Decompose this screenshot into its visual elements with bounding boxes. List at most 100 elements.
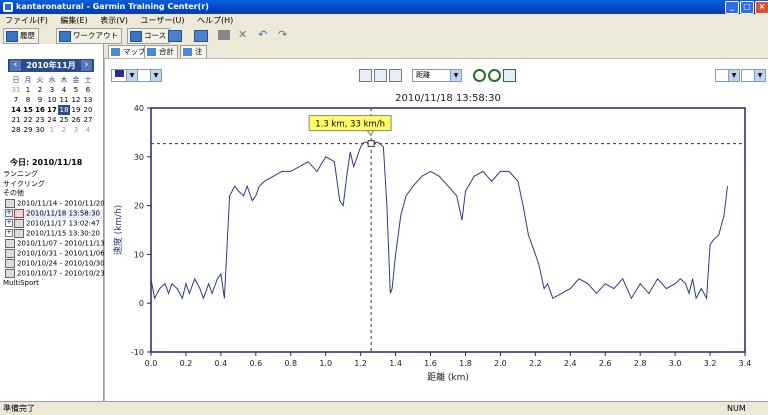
tree-week[interactable]: 2010/10/31 - 2010/11/06 [3,248,105,259]
undo-icon[interactable]: ↶ [258,29,270,40]
workout-button[interactable]: ワークアウト [56,28,122,44]
expand-icon[interactable]: + [5,209,13,217]
calendar-day[interactable]: 18 [58,105,70,115]
x-tick-label: 0.2 [180,359,193,368]
tree-week[interactable]: 2010/11/14 - 2010/11/20 [3,198,105,209]
calendar-day[interactable]: 24 [46,115,58,125]
tab-notes[interactable]: 注 [180,45,207,59]
calendar-day[interactable]: 26 [70,115,82,125]
x-tick-label: 1.6 [424,359,437,368]
toolbar: 履歴 ワークアウト コース ✕ ↶ ↷ [0,27,768,45]
calendar-day[interactable]: 10 [46,95,58,105]
minimize-button[interactable]: _ [725,1,739,14]
y-tick-label: 20 [134,202,144,211]
calendar-day[interactable]: 28 [10,125,22,135]
today-label[interactable]: 今日: 2010/11/18 [10,157,82,168]
calendar-day[interactable]: 21 [10,115,22,125]
receive-from-device-icon[interactable] [194,30,208,42]
calendar-day[interactable]: 19 [70,105,82,115]
maximize-button[interactable]: □ [740,1,754,14]
tree-category-cycling[interactable]: サイクリング [3,180,103,190]
calendar-day[interactable]: 4 [58,85,70,95]
calendar-day[interactable]: 2 [34,85,46,95]
expand-icon[interactable]: + [5,229,13,237]
chart-view-icon[interactable] [359,69,372,82]
calendar-day[interactable]: 29 [22,125,34,135]
delete-icon[interactable]: ✕ [238,29,250,40]
crosshair-marker [367,140,375,148]
xaxis-select[interactable]: 距離 ▼ [412,69,462,82]
calendar-day[interactable]: 1 [22,85,34,95]
x-tick-label: 2.8 [634,359,647,368]
calendar-day[interactable]: 22 [22,115,34,125]
calendar-day[interactable]: 9 [34,95,46,105]
tree-activity[interactable]: +2010/11/15 13:30:20 [3,228,103,239]
calendar-day[interactable]: 7 [10,95,22,105]
next-month-icon[interactable]: › [81,60,92,71]
zoom-fit-icon[interactable] [503,69,516,82]
course-button[interactable]: コース [127,28,171,44]
calendar-day[interactable]: 8 [22,95,34,105]
send-to-device-icon[interactable] [168,30,182,42]
calendar-dow: 木 [60,76,68,84]
history-button[interactable]: 履歴 [3,28,39,44]
calendar-day[interactable]: 6 [82,85,94,95]
tree-week[interactable]: 2010/10/17 - 2010/10/23 [3,268,105,279]
close-button[interactable]: × [755,1,768,14]
calendar-day[interactable]: 4 [82,125,94,135]
redo-icon[interactable]: ↷ [278,29,290,40]
prev-month-icon[interactable]: ‹ [10,60,21,71]
zoom-out-icon[interactable] [488,69,501,82]
calendar-day[interactable]: 3 [46,85,58,95]
save-icon[interactable] [218,30,230,40]
tree-activity-label: 2010/11/17 13:02:47 [26,219,101,227]
calendar-day[interactable]: 27 [82,115,94,125]
calendar-day[interactable]: 30 [34,125,46,135]
menu-user[interactable]: ユーザー(U) [136,14,190,27]
x-tick-label: 3.0 [669,359,682,368]
split-view-icon[interactable] [374,69,387,82]
tab-map-label: マップ [123,47,146,56]
status-text: 準備完了 [3,404,35,413]
tree-week[interactable]: 2010/10/24 - 2010/10/30 [3,258,105,269]
calendar-day[interactable]: 3 [70,125,82,135]
tree-week[interactable]: 2010/11/07 - 2010/11/13 [3,238,105,249]
calendar-day[interactable]: 13 [82,95,94,105]
expand-icon[interactable]: + [5,219,13,227]
calendar-day[interactable]: 5 [70,85,82,95]
calendar-icon [5,258,15,268]
calendar-day[interactable]: 25 [58,115,70,125]
calendar-day[interactable]: 16 [34,105,46,115]
x-tick-label: 1.0 [319,359,332,368]
calendar-day[interactable]: 1 [46,125,58,135]
tree-activity[interactable]: +2010/11/17 13:02:47 [3,218,103,229]
graph-icon[interactable] [389,69,402,82]
calendar-day[interactable]: 12 [70,95,82,105]
menu-view[interactable]: 表示(V) [95,14,133,27]
calendar-day[interactable]: 11 [58,95,70,105]
calendar-day[interactable]: 31 [10,85,22,95]
calendar-day[interactable]: 23 [34,115,46,125]
calendar-day[interactable]: 17 [46,105,58,115]
series-select[interactable]: ▼ [137,69,162,82]
tree-category-other[interactable]: その他 [3,189,103,199]
line-color-select[interactable]: ▼ [111,69,138,82]
calendar-day[interactable]: 14 [10,105,22,115]
secondary-color-select[interactable]: ▼ [715,69,740,82]
speed-chart[interactable]: 2010/11/18 13:58:30 0.0 0.2 0.4 0.6 0.8 1.0 1.2… [105,90,767,401]
zoom-in-icon[interactable] [473,69,486,82]
chart-area[interactable]: 2010/11/18 13:58:30 0.0 0.2 0.4 0.6 0.8 1.0 1.2… [104,90,768,401]
menu-help[interactable]: ヘルプ(H) [192,14,238,27]
calendar-day[interactable]: 2 [58,125,70,135]
menu-file[interactable]: ファイル(F) [0,14,53,27]
tree-category-running[interactable]: ランニング [3,170,103,180]
calendar-day[interactable]: 15 [22,105,34,115]
menu-edit[interactable]: 編集(E) [55,14,92,27]
num-lock-indicator: NUM [727,404,746,413]
tree-category-multisport[interactable]: MultiSport [3,279,103,289]
x-tick-label: 1.2 [354,359,367,368]
secondary-series-select[interactable]: ▼ [741,69,766,82]
tab-totals[interactable]: 合計 [144,45,178,59]
tree-activity-selected[interactable]: +2010/11/18 13:58:30 [3,208,103,219]
calendar-day[interactable]: 20 [82,105,94,115]
